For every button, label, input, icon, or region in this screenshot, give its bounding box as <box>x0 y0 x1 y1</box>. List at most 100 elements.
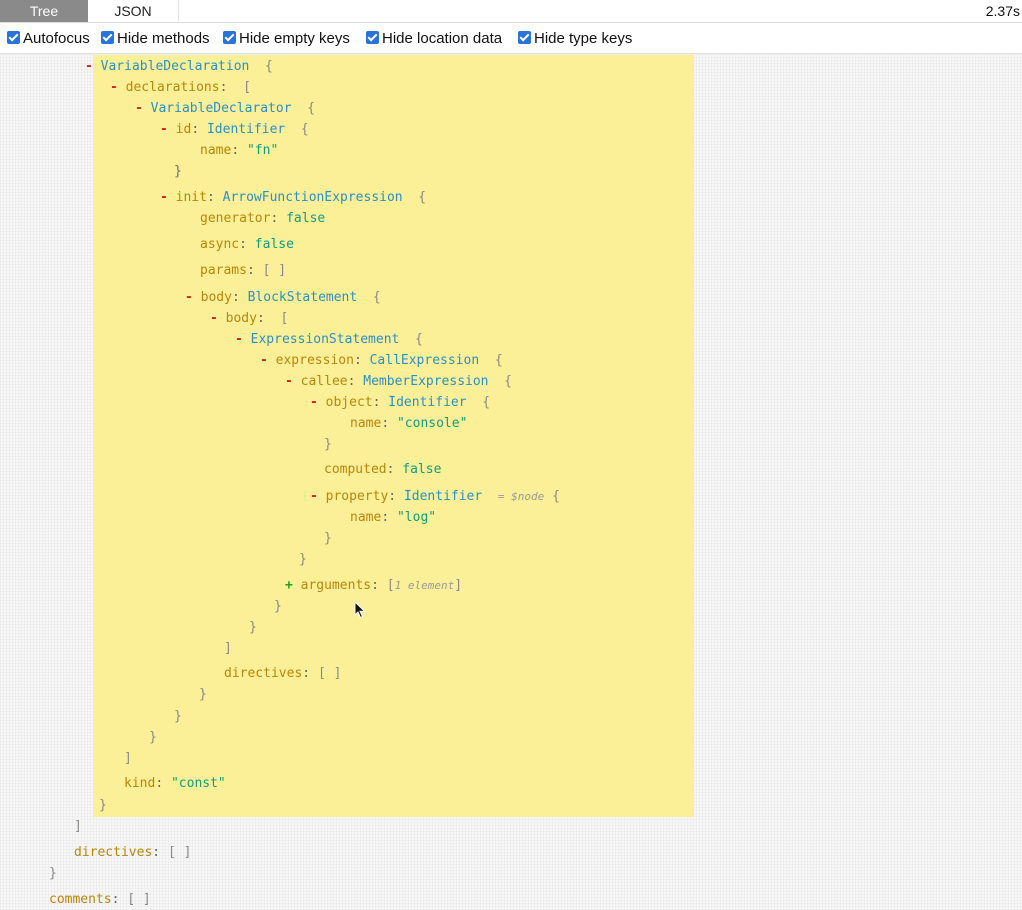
close-brace: } <box>299 552 307 567</box>
tree-row-directives-outer: directives: [ ] <box>74 844 191 862</box>
tree-row-body-array[interactable]: - body: [ <box>210 310 288 328</box>
close-brace: } <box>274 599 282 614</box>
property-key: async <box>200 237 240 252</box>
tree-row-property[interactable]: - property: Identifier = $node { <box>310 488 560 506</box>
property-key: body <box>225 311 257 326</box>
close-bracket: ] <box>224 641 232 656</box>
tree-row-params: params: [ ] <box>200 262 286 280</box>
colon: : <box>111 892 120 907</box>
node-type: ExpressionStatement <box>250 332 400 347</box>
property-key: comments <box>49 892 112 907</box>
property-key: arguments <box>300 578 372 593</box>
ast-tree: - VariableDeclaration { - declarations: … <box>0 0 1022 910</box>
colon: : <box>302 666 311 681</box>
collapse-toggle[interactable]: - <box>210 311 218 326</box>
close-bracket: ] <box>454 578 463 593</box>
property-key: name <box>200 143 232 158</box>
collapse-toggle[interactable]: - <box>310 489 318 504</box>
close-brace: } <box>324 531 332 546</box>
node-type: Identifier <box>403 489 483 504</box>
tree-row-variable-declarator[interactable]: - VariableDeclarator { <box>135 100 315 118</box>
close-bracket: ] <box>74 819 82 834</box>
open-brace: { <box>482 395 491 410</box>
tree-row-directives-inner: directives: [ ] <box>224 665 341 683</box>
colon: : <box>353 353 362 368</box>
colon: : <box>219 80 228 95</box>
colon: : <box>206 190 215 205</box>
empty-array: [ ] <box>317 666 342 681</box>
expand-toggle[interactable]: + <box>285 578 293 593</box>
close-bracket: ] <box>124 751 132 766</box>
tree-row-comments: comments: [ ] <box>49 891 151 909</box>
collapse-toggle[interactable]: - <box>260 353 268 368</box>
open-brace: { <box>494 353 503 368</box>
property-key: computed <box>324 462 387 477</box>
tree-row-id[interactable]: - id: Identifier { <box>160 121 309 139</box>
close-brace: } <box>49 866 57 881</box>
string-value: "console" <box>396 416 468 431</box>
property-key: name <box>350 416 382 431</box>
close-brace: } <box>149 730 157 745</box>
tree-row-body-block[interactable]: - body: BlockStatement { <box>185 289 381 307</box>
tree-row-kind: kind: "const" <box>124 775 226 793</box>
node-type: Identifier <box>388 395 467 410</box>
property-key: declarations <box>125 80 220 95</box>
colon: : <box>246 263 255 278</box>
collapsed-summary: 1 element <box>394 579 455 592</box>
collapse-toggle[interactable]: - <box>110 80 118 95</box>
tree-row-generator: generator: false <box>200 210 325 228</box>
property-key: body <box>200 290 232 305</box>
tree-row-init[interactable]: - init: ArrowFunctionExpression { <box>160 189 426 207</box>
tree-row-arguments[interactable]: + arguments: [1 element] <box>285 577 462 595</box>
collapse-toggle[interactable]: - <box>160 190 168 205</box>
open-brace: { <box>504 374 512 389</box>
boolean-value: false <box>402 462 442 477</box>
colon: : <box>231 290 240 305</box>
tree-row-expression[interactable]: - expression: CallExpression { <box>260 352 503 370</box>
colon: : <box>152 845 161 860</box>
tree-row-object[interactable]: - object: Identifier { <box>310 394 490 412</box>
node-type: MemberExpression <box>363 374 489 389</box>
property-key: directives <box>224 666 303 681</box>
colon: : <box>388 489 397 504</box>
node-type: ArrowFunctionExpression <box>222 190 403 205</box>
property-key: directives <box>74 845 153 860</box>
colon: : <box>381 510 390 525</box>
tree-row-expression-statement[interactable]: - ExpressionStatement { <box>235 331 423 349</box>
colon: : <box>231 143 240 158</box>
close-brace: } <box>199 687 207 702</box>
property-key: name <box>350 510 382 525</box>
open-bracket: [ <box>386 578 395 593</box>
tree-row-async: async: false <box>200 236 294 254</box>
open-bracket: [ <box>280 311 289 326</box>
collapse-toggle[interactable]: - <box>310 395 318 410</box>
close-brace: } <box>249 620 257 635</box>
string-value: "log" <box>396 510 437 525</box>
collapse-toggle[interactable]: - <box>160 122 168 137</box>
tree-row-computed: computed: false <box>324 461 441 479</box>
colon: : <box>372 395 381 410</box>
collapse-toggle[interactable]: - <box>285 374 293 389</box>
node-type: VariableDeclaration <box>100 59 250 74</box>
string-value: "const" <box>170 776 226 791</box>
collapse-toggle[interactable]: - <box>235 332 243 347</box>
collapse-toggle[interactable]: - <box>185 290 193 305</box>
open-brace: { <box>372 290 381 305</box>
tree-row-variable-declaration[interactable]: - VariableDeclaration { <box>85 58 273 76</box>
property-key: callee <box>300 374 348 389</box>
node-type: BlockStatement <box>247 290 358 305</box>
close-brace: } <box>174 709 182 724</box>
property-key: object <box>325 395 373 410</box>
collapse-toggle[interactable]: - <box>135 101 143 116</box>
mouse-cursor-icon <box>354 601 366 619</box>
node-type: VariableDeclarator <box>150 101 292 116</box>
colon: : <box>256 311 265 326</box>
colon: : <box>371 578 379 593</box>
open-brace: { <box>415 332 423 347</box>
empty-array: [ ] <box>167 845 192 860</box>
collapse-toggle[interactable]: - <box>85 59 93 74</box>
tree-row-declarations[interactable]: - declarations: [ <box>110 79 251 97</box>
colon: : <box>191 122 200 137</box>
property-key: id <box>175 122 192 137</box>
tree-row-callee[interactable]: - callee: MemberExpression { <box>285 373 512 391</box>
